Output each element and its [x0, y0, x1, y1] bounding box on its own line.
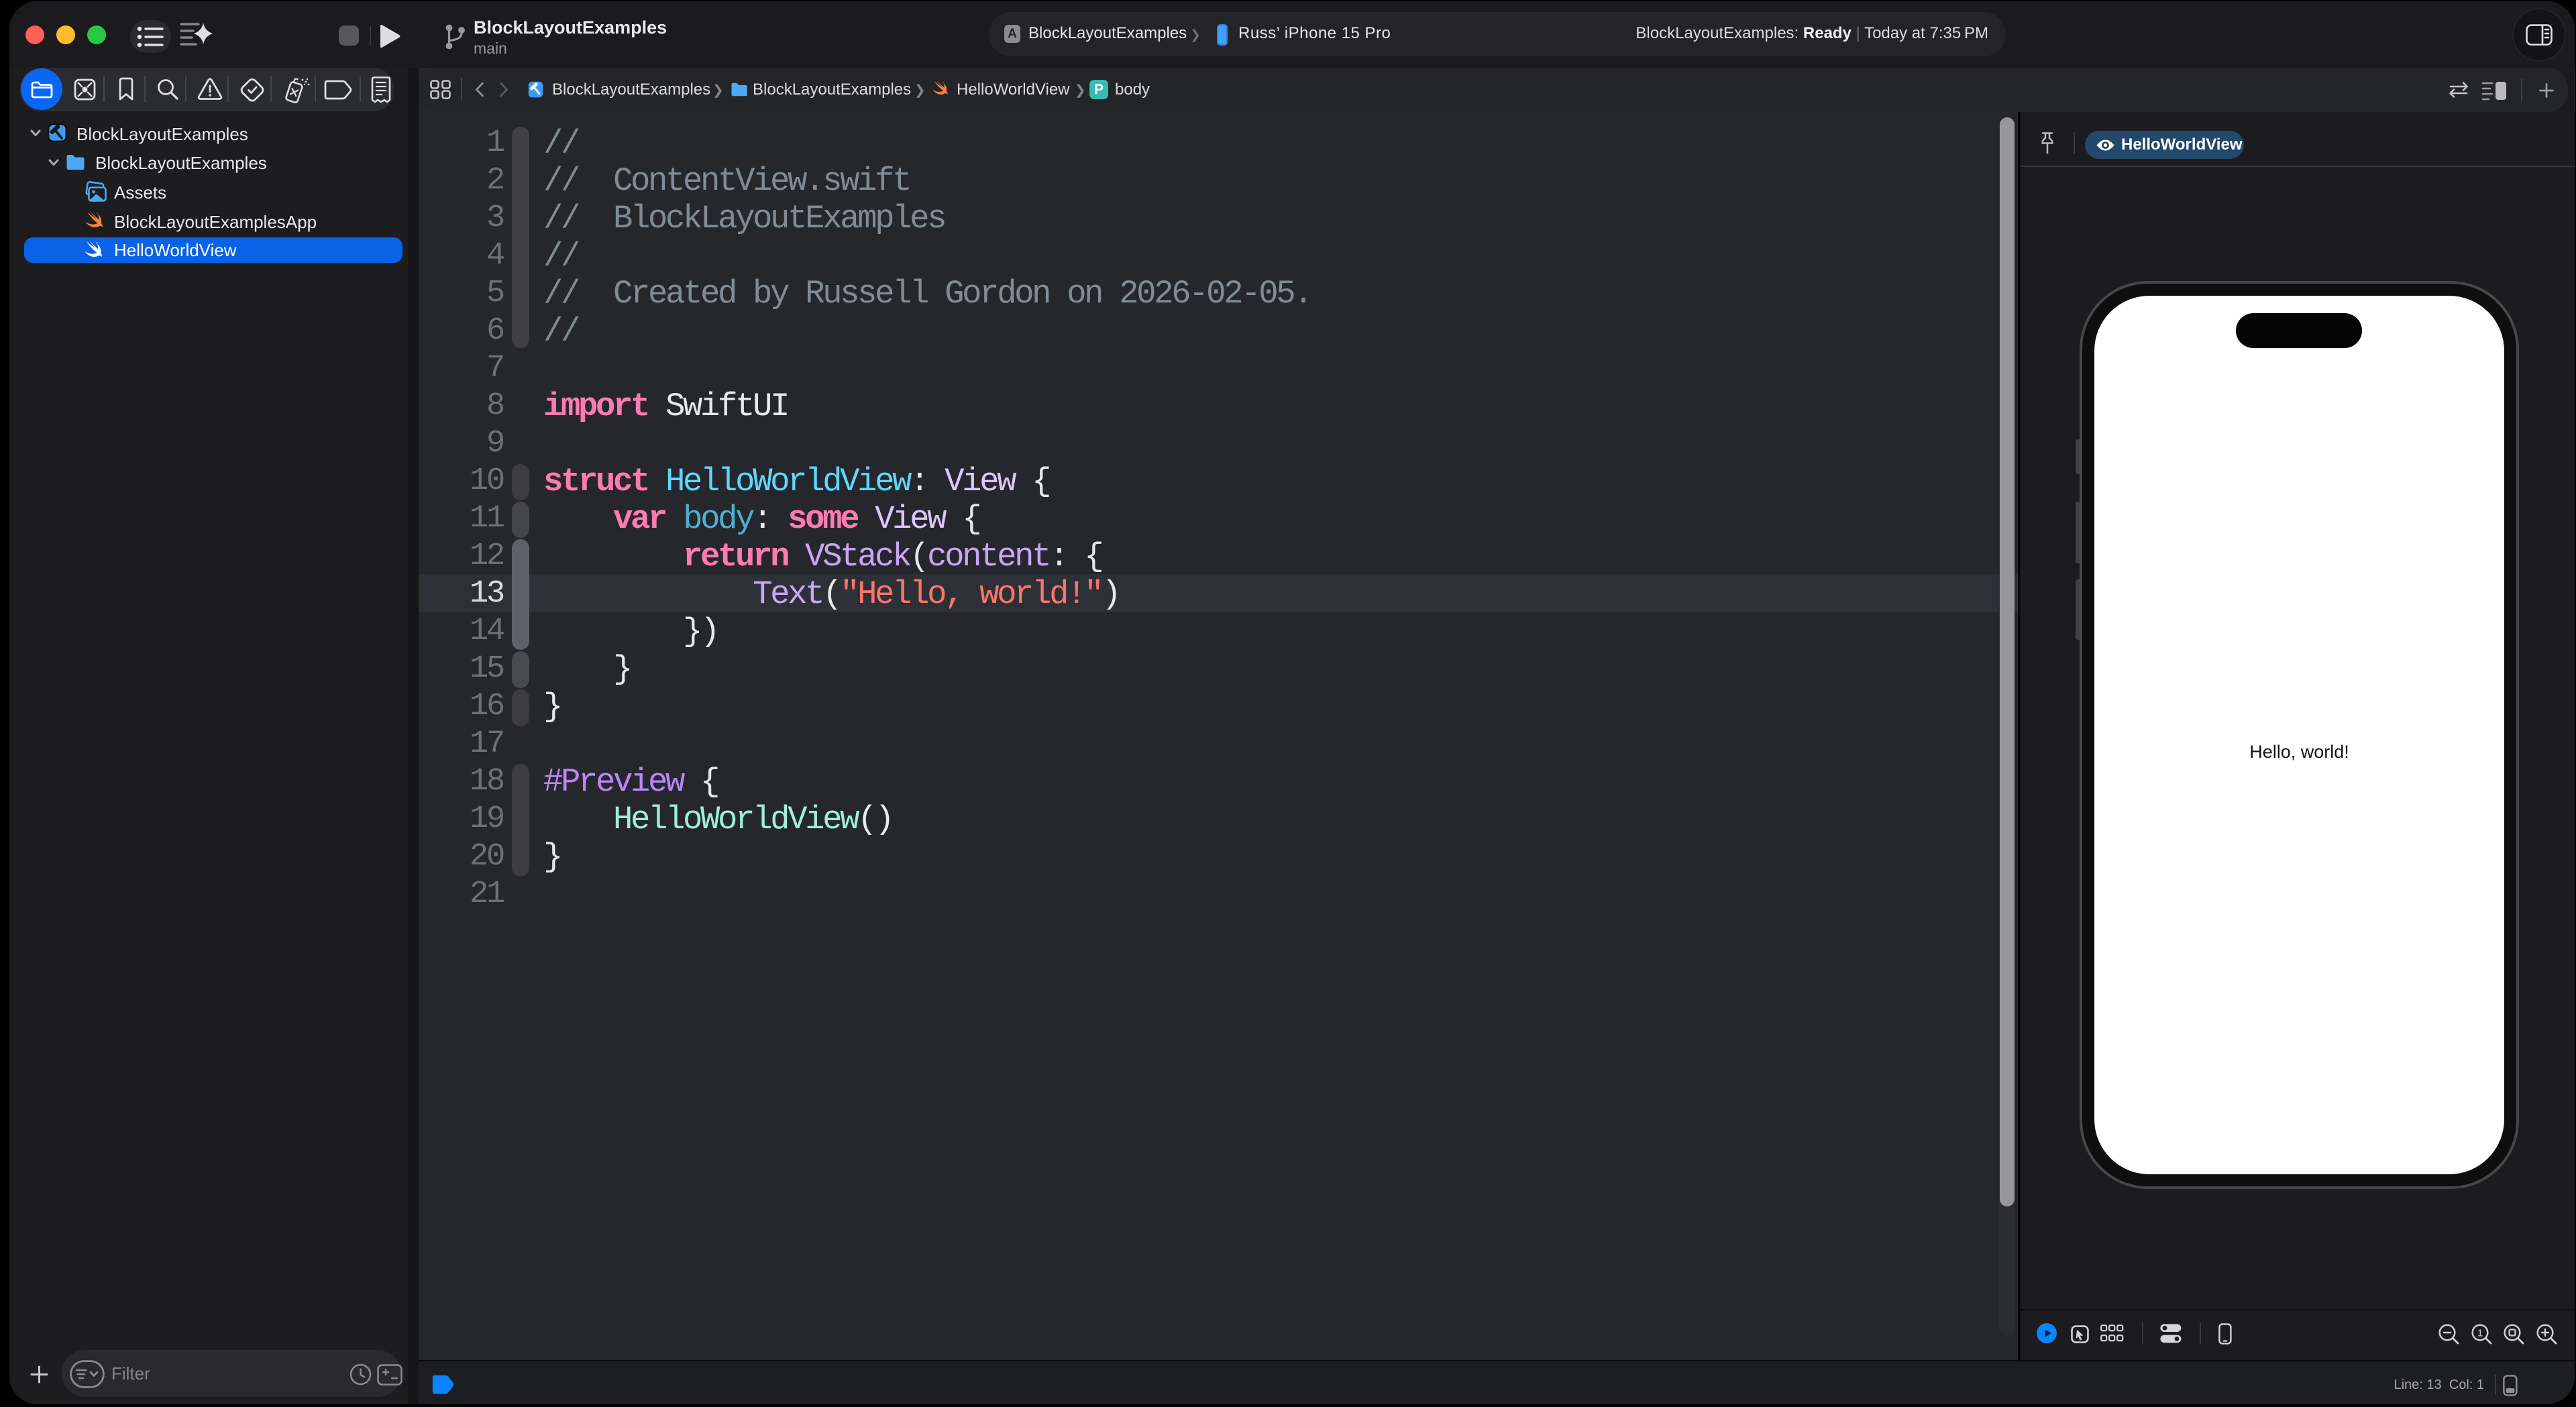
svg-text:1: 1	[2477, 1328, 2483, 1339]
